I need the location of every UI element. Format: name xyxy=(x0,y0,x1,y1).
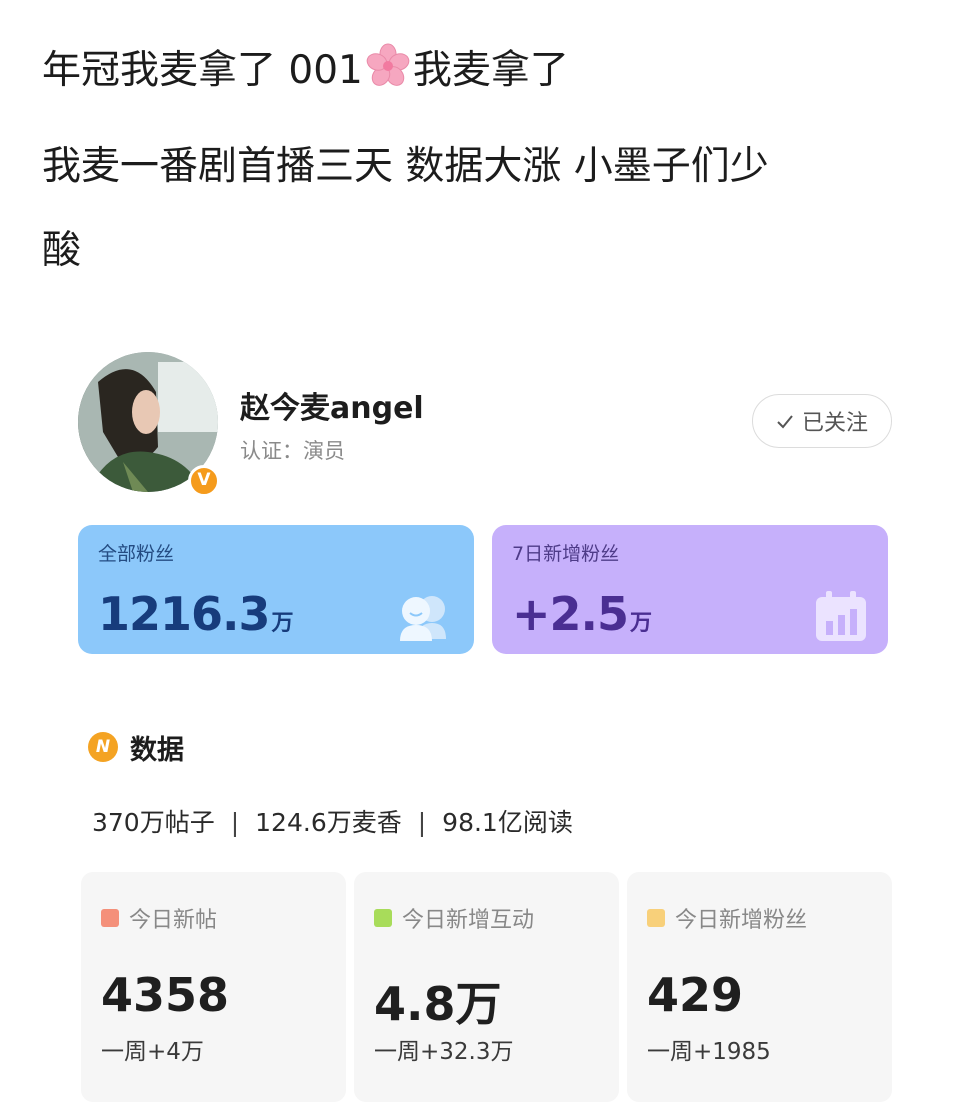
verification-label: 认证：演员 xyxy=(240,439,345,463)
post-line-1: 年冠我麦拿了 001 我麦拿了 xyxy=(42,26,922,122)
metric-today-new-fans: 今日新增粉丝 429 一周+1985 xyxy=(627,872,892,1102)
metric-today-posts: 今日新帖 4358 一周+4万 xyxy=(81,872,346,1102)
post-line-3: 酸 xyxy=(42,228,82,273)
metric-head: 今日新增互动 xyxy=(374,902,534,934)
calendar-chart-icon xyxy=(814,591,868,647)
metric-head: 今日新帖 xyxy=(101,902,217,934)
total-fans-value: 1216.3万 xyxy=(98,587,294,641)
total-fans-unit: 万 xyxy=(271,611,294,636)
metric-week: 一周+1985 xyxy=(647,1039,771,1065)
metric-value: 4.8万 xyxy=(374,977,502,1031)
metric-today-interactions: 今日新增互动 4.8万 一周+32.3万 xyxy=(354,872,619,1102)
data-section-icon: N xyxy=(88,732,118,762)
new-fans-label: 7日新增粉丝 xyxy=(512,543,620,565)
post-line-1-a: 年冠我麦拿了 001 xyxy=(42,48,363,93)
summary-fans: 124.6万麦香 xyxy=(255,808,402,837)
metric-week: 一周+4万 xyxy=(101,1039,204,1065)
verified-badge-icon: V xyxy=(188,465,220,497)
user-name[interactable]: 赵今麦angel xyxy=(240,383,424,427)
metric-label: 今日新增互动 xyxy=(402,908,535,933)
follow-label: 已关注 xyxy=(801,411,868,436)
post-line-1-b: 我麦拿了 xyxy=(412,48,569,93)
metric-head: 今日新增粉丝 xyxy=(647,902,807,934)
new-fans-number: +2.5 xyxy=(512,587,629,641)
check-icon xyxy=(776,412,794,430)
summary-separator: | xyxy=(230,808,240,837)
summary-separator: | xyxy=(417,808,427,837)
metric-value: 429 xyxy=(647,968,744,1022)
data-summary: 370万帖子 | 124.6万麦香 | 98.1亿阅读 xyxy=(92,803,573,839)
metric-color-square xyxy=(647,909,665,927)
cherry-blossom-icon xyxy=(365,32,411,122)
metric-label: 今日新增粉丝 xyxy=(675,908,808,933)
new-fans-unit: 万 xyxy=(630,611,652,636)
metric-value: 4358 xyxy=(101,968,230,1022)
summary-reads: 98.1亿阅读 xyxy=(442,808,573,837)
data-section-title: 数据 xyxy=(130,735,184,766)
new-fans-value: +2.5万 xyxy=(512,587,652,641)
metric-week: 一周+32.3万 xyxy=(374,1039,514,1065)
total-fans-card[interactable]: 全部粉丝 1216.3万 xyxy=(78,525,474,654)
metric-label: 今日新帖 xyxy=(129,908,218,933)
new-fans-card[interactable]: 7日新增粉丝 +2.5万 xyxy=(492,525,888,654)
post-text: 年冠我麦拿了 001 我麦拿了 我麦一番剧首播三天 数据大涨 小墨子们少 酸 xyxy=(42,26,922,290)
fans-group-icon xyxy=(396,591,454,645)
post-line-2: 我麦一番剧首播三天 数据大涨 小墨子们少 xyxy=(42,144,769,189)
follow-button[interactable]: 已关注 xyxy=(752,394,892,448)
metric-color-square xyxy=(101,909,119,927)
metric-color-square xyxy=(374,909,392,927)
total-fans-label: 全部粉丝 xyxy=(98,543,175,565)
summary-posts: 370万帖子 xyxy=(92,808,215,837)
total-fans-number: 1216.3 xyxy=(98,587,271,641)
